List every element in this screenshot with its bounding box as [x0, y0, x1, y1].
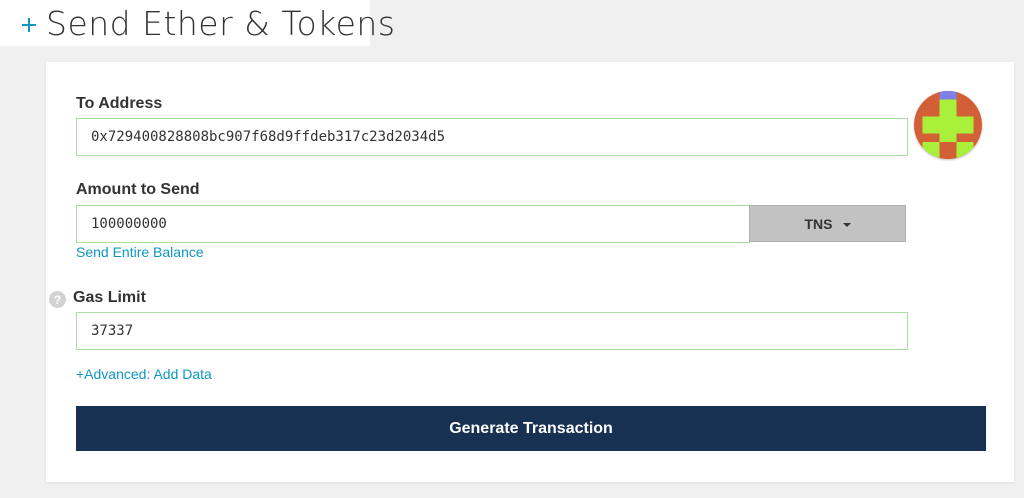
amount-input[interactable]: 100000000	[76, 205, 750, 243]
generate-transaction-button[interactable]: Generate Transaction	[76, 406, 986, 451]
to-address-input[interactable]: 0x729400828808bc907f68d9ffdeb317c23d2034…	[76, 118, 908, 156]
gas-limit-label: Gas Limit	[73, 289, 146, 306]
address-identicon	[914, 91, 982, 159]
gas-limit-input[interactable]: 37337	[76, 312, 908, 350]
chevron-down-icon	[842, 222, 851, 227]
plus-icon[interactable]	[22, 18, 36, 32]
page-title: Send Ether & Tokens	[46, 4, 396, 43]
help-icon[interactable]: ?	[49, 291, 66, 308]
advanced-add-data-link[interactable]: +Advanced: Add Data	[76, 366, 212, 382]
currency-label: TNS	[804, 215, 833, 232]
currency-dropdown[interactable]: TNS	[749, 205, 906, 242]
to-address-label: To Address	[76, 95, 163, 112]
amount-label: Amount to Send	[76, 181, 200, 198]
send-entire-balance-link[interactable]: Send Entire Balance	[76, 244, 204, 260]
header: Send Ether & Tokens	[0, 0, 395, 46]
